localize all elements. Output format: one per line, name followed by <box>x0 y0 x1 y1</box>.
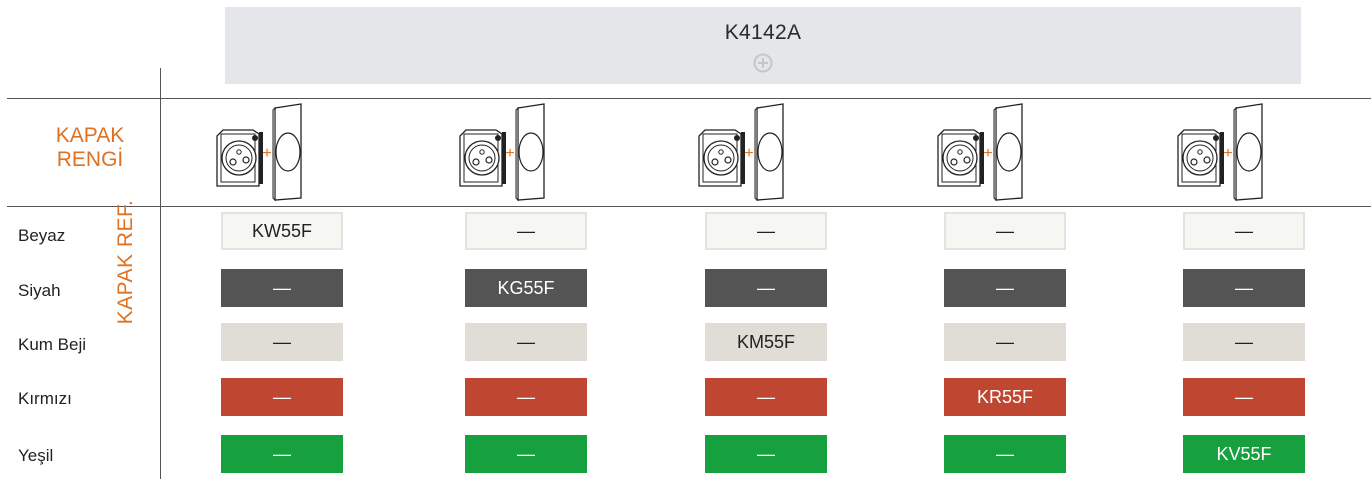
socket-plus-cover-icon: + <box>1177 103 1263 202</box>
socket-plus-cover-icon: + <box>698 103 784 202</box>
product-header: K4142A <box>225 7 1301 84</box>
plus-sign: + <box>983 145 992 162</box>
plus-sign: + <box>505 145 514 162</box>
ref-cell-beige-3: KM55F <box>705 323 827 361</box>
ref-cell-black-5: — <box>1183 269 1305 307</box>
product-image-2: + <box>458 102 548 202</box>
ref-cell-black-2: KG55F <box>465 269 587 307</box>
ref-cell-beige-2: — <box>465 323 587 361</box>
ref-cell-green-1: — <box>221 435 343 473</box>
ref-cell-black-4: — <box>944 269 1066 307</box>
product-image-3: + <box>697 102 787 202</box>
ref-cell-white-1: KW55F <box>221 212 343 250</box>
row-label-green: Yeşil <box>18 446 54 465</box>
socket-plus-cover-icon: + <box>216 103 302 202</box>
ref-cell-white-2: — <box>465 212 587 250</box>
socket-plus-cover-icon: + <box>459 103 545 202</box>
ref-cell-black-3: — <box>705 269 827 307</box>
plus-sign: + <box>744 145 753 162</box>
product-image-1: + <box>215 102 305 202</box>
row-label-black: Siyah <box>18 281 61 300</box>
vertical-divider <box>160 68 161 479</box>
ref-cell-beige-1: — <box>221 323 343 361</box>
cover-color-label-line1: KAPAK <box>55 124 125 147</box>
ref-cell-green-3: — <box>705 435 827 473</box>
ref-cell-red-5: — <box>1183 378 1305 416</box>
ref-cell-white-3: — <box>705 212 827 250</box>
row-label-white: Beyaz <box>18 226 66 245</box>
socket-plus-cover-icon: + <box>937 103 1023 202</box>
product-image-4: + <box>936 102 1026 202</box>
horizontal-divider-middle <box>7 206 1371 207</box>
ref-cell-green-5: KV55F <box>1183 435 1305 473</box>
row-label-beige: Kum Beji <box>18 335 87 354</box>
product-code: K4142A <box>724 21 802 44</box>
ref-cell-black-1: — <box>221 269 343 307</box>
row-label-red: Kırmızı <box>18 389 72 408</box>
ref-cell-red-3: — <box>705 378 827 416</box>
ref-cell-red-4: KR55F <box>944 378 1066 416</box>
ref-cell-red-2: — <box>465 378 587 416</box>
ref-cell-beige-5: — <box>1183 323 1305 361</box>
product-image-5: + <box>1176 102 1266 202</box>
ref-cell-white-4: — <box>944 212 1066 250</box>
ref-cell-white-5: — <box>1183 212 1305 250</box>
plus-sign: + <box>1223 145 1232 162</box>
circle-plus-icon[interactable] <box>753 53 773 73</box>
plus-sign: + <box>262 145 271 162</box>
ref-cell-green-4: — <box>944 435 1066 473</box>
ref-cell-green-2: — <box>465 435 587 473</box>
ref-cell-beige-4: — <box>944 323 1066 361</box>
horizontal-divider-top <box>7 98 1371 99</box>
ref-cell-red-1: — <box>221 378 343 416</box>
cover-ref-label: KAPAK REF. <box>114 199 137 325</box>
